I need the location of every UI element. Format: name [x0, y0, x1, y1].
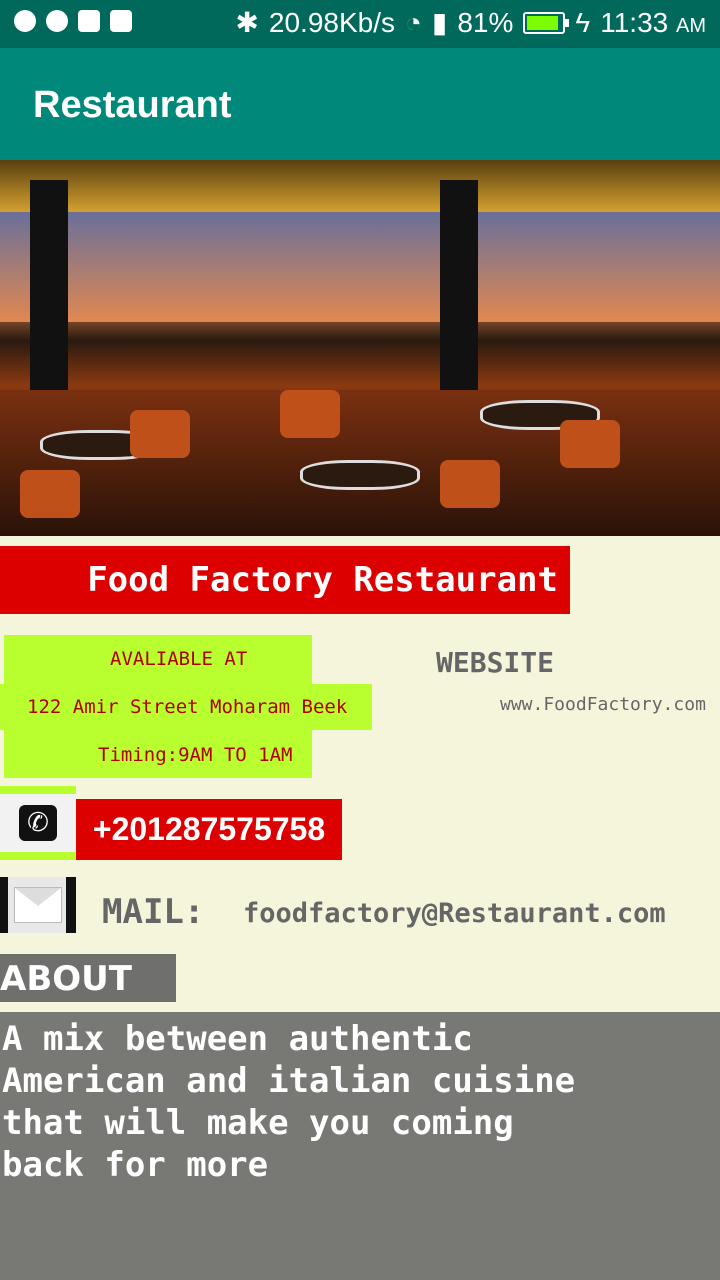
website-label: WEBSITE: [436, 646, 555, 679]
restaurant-name: Food Factory Restaurant: [0, 546, 570, 614]
phone-icon[interactable]: ✆: [19, 805, 57, 841]
clock-ampm: AM: [676, 14, 706, 37]
chat-notification-icon: [14, 10, 36, 32]
address-text: 122 Amir Street Moharam Beek: [27, 696, 348, 718]
bluetooth-icon: ✱: [235, 7, 259, 38]
mail-address[interactable]: foodfactory@Restaurant.com: [243, 898, 666, 929]
about-us-text: A mix between authentic American and ita…: [2, 1019, 576, 1185]
status-right: ✱ 20.98Kb/s ◔ ▮ 81% ϟ 11:33 AM: [235, 6, 706, 39]
facebook-notification-icon: [78, 10, 100, 32]
battery-icon: [523, 11, 570, 34]
clock-time: 11:33: [600, 6, 669, 38]
photo-ceiling: [0, 160, 720, 212]
website-link[interactable]: www.FoodFactory.com: [500, 694, 706, 715]
charging-icon: ϟ: [575, 6, 591, 38]
photo-table: [300, 460, 420, 490]
android-notification-icon: [46, 10, 68, 32]
app-bar: Restaurant: [0, 48, 720, 160]
available-label: AVALIABLE AT: [110, 648, 248, 670]
photo-chair: [280, 390, 340, 438]
network-speed: 20.98Kb/s: [268, 6, 395, 38]
restaurant-photo: [0, 160, 720, 536]
photo-chair: [130, 410, 190, 458]
photo-chair: [440, 460, 500, 508]
photo-chair: [20, 470, 80, 518]
photo-harbor-view: [0, 212, 720, 322]
notification-icons: [14, 10, 132, 32]
timing-text: Timing:9AM TO 1AM: [98, 744, 293, 766]
photo-pillar: [30, 180, 68, 390]
facebook-notification-icon-2: [110, 10, 132, 32]
battery-percent: 81%: [457, 6, 514, 38]
phone-number-button[interactable]: +201287575758: [76, 799, 342, 860]
photo-chair: [560, 420, 620, 468]
app-title: Restaurant: [33, 84, 232, 126]
status-bar: ✱ 20.98Kb/s ◔ ▮ 81% ϟ 11:33 AM: [0, 0, 720, 48]
mail-icon[interactable]: [0, 877, 76, 933]
wifi-icon: ◔: [405, 6, 422, 38]
mail-label: MAIL:: [102, 892, 205, 932]
about-us-heading: ABOUT US: [0, 954, 176, 1049]
signal-icon: ▮: [431, 7, 448, 38]
photo-pillar: [440, 180, 478, 390]
